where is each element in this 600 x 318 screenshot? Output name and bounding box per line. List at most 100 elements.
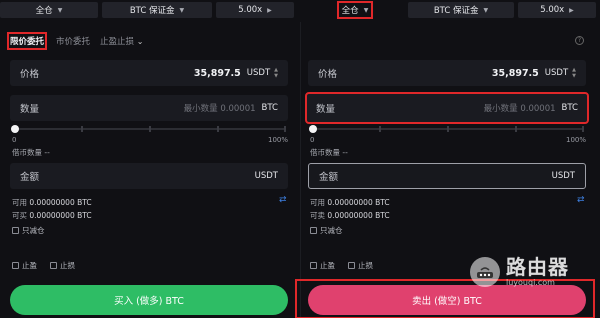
slider-tick [379,126,381,132]
buy-take-profit-checkbox[interactable]: 止盈 [12,260,37,271]
checkbox-icon [348,262,355,269]
chevron-down-icon: ⌄ [136,37,144,46]
slider-tick [284,126,286,132]
checkbox-icon [310,227,317,234]
stepper-icon[interactable]: ▲ ▼ [274,67,278,79]
order-type-tabs: 限价委托 市价委托 止盈止损 ⌄ [6,32,143,50]
leverage-label: 5.00x [540,5,565,15]
panel-divider [300,22,301,318]
caret-down-icon: ▼ [363,6,369,14]
slider-knob[interactable] [309,125,317,133]
price-label: 价格 [318,69,338,80]
amount-unit: USDT [254,171,278,181]
sell-quantity-slider[interactable] [309,124,584,134]
leverage-label: 5.00x [238,5,263,15]
quantity-unit: BTC [561,103,578,113]
sell-reduce-only-checkbox[interactable]: 只减仓 [310,225,343,236]
transfer-icon[interactable]: ⇄ [279,195,287,205]
available-label: 可用 [310,198,325,207]
caret-right-icon: ▶ [267,6,272,14]
borrow-amount-label: 借币数量 -- [12,148,50,157]
slider-tick [582,126,584,132]
tab-stop-order[interactable]: 止盈止损 ⌄ [100,35,143,47]
sell-quantity-field[interactable]: 数量 最小数量 0.00001 BTC [305,92,589,124]
tab-market-order[interactable]: 市价委托 [56,35,90,47]
buy-price-field[interactable]: 价格 35,897.5 USDT ▲ ▼ [10,60,288,86]
caret-down-icon: ▼ [179,6,185,14]
price-unit: USDT [246,68,271,78]
sell-take-profit-checkbox[interactable]: 止盈 [310,260,335,271]
margin-mode-label: 全仓 [35,6,53,16]
take-profit-label: 止盈 [320,261,335,270]
highlight-box: 全仓 ▼ [336,1,374,19]
leverage-button-right[interactable]: 5.00x ▶ [518,2,596,18]
margin-asset-select-right[interactable]: BTC 保证金 ▼ [408,2,514,18]
can-sell-label: 可卖 [310,211,325,220]
sell-short-button[interactable]: 卖出 (做空) BTC [308,285,586,315]
slider-min-label: 0 [12,136,17,144]
transfer-icon[interactable]: ⇄ [577,195,585,205]
reduce-only-label: 只减仓 [22,226,45,235]
tab-limit-order[interactable]: 限价委托 [6,32,48,50]
sell-stop-loss-checkbox[interactable]: 止损 [348,260,373,271]
margin-asset-select-left[interactable]: BTC 保证金 ▼ [102,2,212,18]
slider-tick [447,126,449,132]
sell-max: 可卖 0.00000000 BTC [310,210,390,221]
buy-max: 可买 0.00000000 BTC [12,210,92,221]
price-value: 35,897.5 [491,67,539,79]
available-value: 0.00000000 BTC [327,198,390,207]
take-profit-label: 止盈 [22,261,37,270]
watermark-title: 路由器 [506,255,569,279]
quantity-unit: BTC [261,103,278,113]
checkbox-icon [50,262,57,269]
router-logo-icon [470,256,500,287]
slider-knob[interactable] [11,125,19,133]
slider-tick [81,126,83,132]
can-buy-label: 可买 [12,211,27,220]
slider-tick [515,126,517,132]
quantity-placeholder: 最小数量 0.00001 [183,104,256,114]
watermark: 路由器 luyouqi.com [470,256,569,287]
amount-label: 金额 [20,172,40,183]
can-sell-value: 0.00000000 BTC [327,211,390,220]
buy-reduce-only-checkbox[interactable]: 只减仓 [12,225,45,236]
amount-label: 金额 [319,172,339,183]
borrow-amount-label: 借币数量 -- [310,148,348,157]
checkbox-icon [12,262,19,269]
sell-available: 可用 0.00000000 BTC [310,197,390,208]
price-unit: USDT [544,68,569,78]
slider-tick [149,126,151,132]
margin-mode-select-left[interactable]: 全仓 ▼ [0,2,98,18]
sell-price-field[interactable]: 价格 35,897.5 USDT ▲ ▼ [308,60,586,86]
buy-amount-field[interactable]: 金额 USDT [10,163,288,189]
price-label: 价格 [20,69,40,80]
buy-long-button[interactable]: 买入 (做多) BTC [10,285,288,315]
available-label: 可用 [12,198,27,207]
reduce-only-label: 只减仓 [320,226,343,235]
margin-mode-select-right[interactable]: 全仓 ▼ [306,1,404,19]
available-value: 0.00000000 BTC [29,198,92,207]
buy-quantity-field[interactable]: 数量 最小数量 0.00001 BTC [10,95,288,121]
buy-stop-loss-checkbox[interactable]: 止损 [50,260,75,271]
help-icon[interactable]: ? [575,36,584,45]
top-bar: 全仓 ▼ BTC 保证金 ▼ 5.00x ▶ 全仓 ▼ BTC 保证金 ▼ 5.00x ▶ [0,0,600,22]
slider-tick [217,126,219,132]
buy-quantity-slider[interactable] [11,124,286,134]
tab-stop-label: 止盈止损 [100,37,135,47]
quantity-label: 数量 [316,104,336,115]
buy-available: 可用 0.00000000 BTC [12,197,92,208]
sell-amount-field[interactable]: 金额 USDT [308,163,586,189]
can-buy-value: 0.00000000 BTC [29,211,92,220]
margin-asset-label: BTC 保证金 [129,6,175,16]
margin-mode-label: 全仓 [341,6,359,16]
quantity-placeholder: 最小数量 0.00001 [483,104,556,114]
caret-down-icon: ▼ [57,6,63,14]
watermark-url: luyouqi.com [506,278,555,287]
stop-loss-label: 止损 [60,261,75,270]
stepper-icon[interactable]: ▲ ▼ [572,67,576,79]
leverage-button-left[interactable]: 5.00x ▶ [216,2,294,18]
stop-loss-label: 止损 [358,261,373,270]
margin-asset-label: BTC 保证金 [433,6,479,16]
slider-max-label: 100% [268,136,289,144]
amount-unit: USDT [551,171,575,181]
